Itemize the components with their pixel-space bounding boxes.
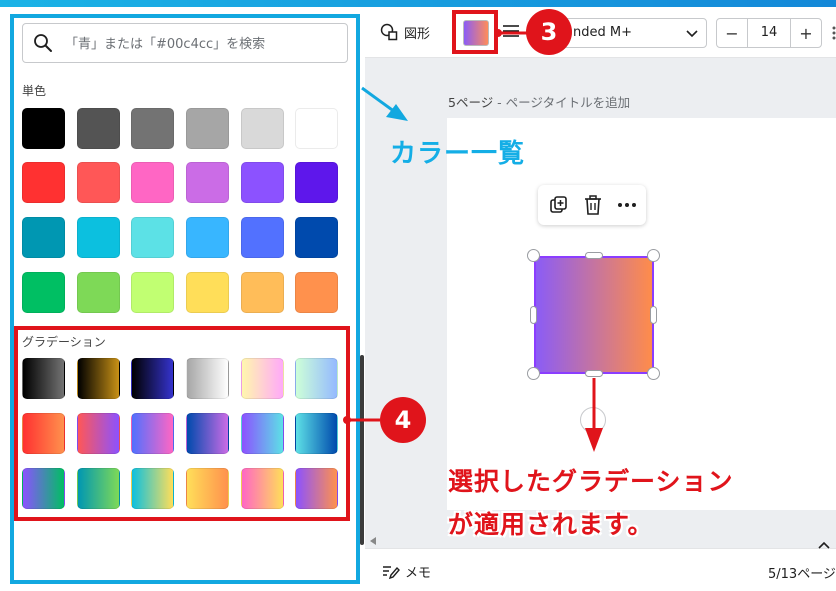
resize-handle-top[interactable] bbox=[585, 252, 603, 259]
chevron-up-icon[interactable] bbox=[817, 540, 831, 550]
annotation-result-line1: 選択したグラデーション bbox=[448, 467, 734, 496]
page-counter[interactable]: 5/13ページ bbox=[768, 563, 836, 582]
more-options-icon[interactable] bbox=[832, 26, 836, 40]
resize-handle-top-right[interactable] bbox=[647, 249, 660, 262]
text-align-icon[interactable] bbox=[503, 24, 519, 38]
selected-shape[interactable] bbox=[534, 256, 654, 374]
annotation-callout-4: 4 bbox=[380, 397, 426, 443]
resize-handle-right[interactable] bbox=[650, 306, 657, 324]
trash-icon[interactable] bbox=[582, 194, 604, 216]
resize-handle-bottom-left[interactable] bbox=[527, 367, 540, 380]
bottom-bar bbox=[365, 548, 836, 591]
rotate-handle[interactable] bbox=[580, 407, 606, 433]
top-accent-strip bbox=[0, 0, 836, 7]
annotation-result-line2: が適用されます。 bbox=[448, 510, 654, 539]
resize-handle-left[interactable] bbox=[530, 306, 537, 324]
chevron-down-icon bbox=[686, 30, 698, 38]
page-title-placeholder: - ページタイトルを追加 bbox=[493, 95, 631, 110]
page-number-text: 5ページ bbox=[448, 95, 494, 110]
annotation-color-list-heading: カラー一覧 bbox=[390, 139, 526, 169]
shape-button[interactable]: 図形 bbox=[380, 20, 430, 44]
resize-handle-bottom[interactable] bbox=[585, 370, 603, 377]
shapes-icon bbox=[380, 23, 398, 41]
notes-icon bbox=[383, 565, 400, 579]
scroll-left-icon[interactable] bbox=[370, 537, 376, 545]
resize-handle-top-left[interactable] bbox=[527, 249, 540, 262]
font-size-value[interactable]: 14 bbox=[747, 19, 791, 47]
annotation-callout-3: 3 bbox=[526, 9, 572, 55]
font-size-stepper: − 14 + bbox=[716, 18, 822, 48]
color-picker-button[interactable] bbox=[452, 10, 498, 54]
element-context-menu bbox=[538, 185, 646, 225]
font-size-decrease-button[interactable]: − bbox=[717, 19, 747, 47]
font-size-increase-button[interactable]: + bbox=[791, 19, 821, 47]
more-horizontal-icon[interactable] bbox=[616, 194, 638, 216]
page-title-label[interactable]: 5ページ - ページタイトルを追加 bbox=[448, 92, 630, 111]
current-color-swatch bbox=[463, 20, 489, 46]
notes-button[interactable]: メモ bbox=[382, 562, 431, 581]
font-family-value: nded M+ bbox=[573, 25, 632, 40]
duplicate-icon[interactable] bbox=[548, 194, 570, 216]
annotation-gradient-outline bbox=[14, 326, 350, 521]
panel-scrollbar[interactable] bbox=[360, 355, 364, 545]
notes-label: メモ bbox=[405, 566, 432, 581]
resize-handle-bottom-right[interactable] bbox=[647, 367, 660, 380]
shape-button-label: 図形 bbox=[404, 26, 431, 42]
